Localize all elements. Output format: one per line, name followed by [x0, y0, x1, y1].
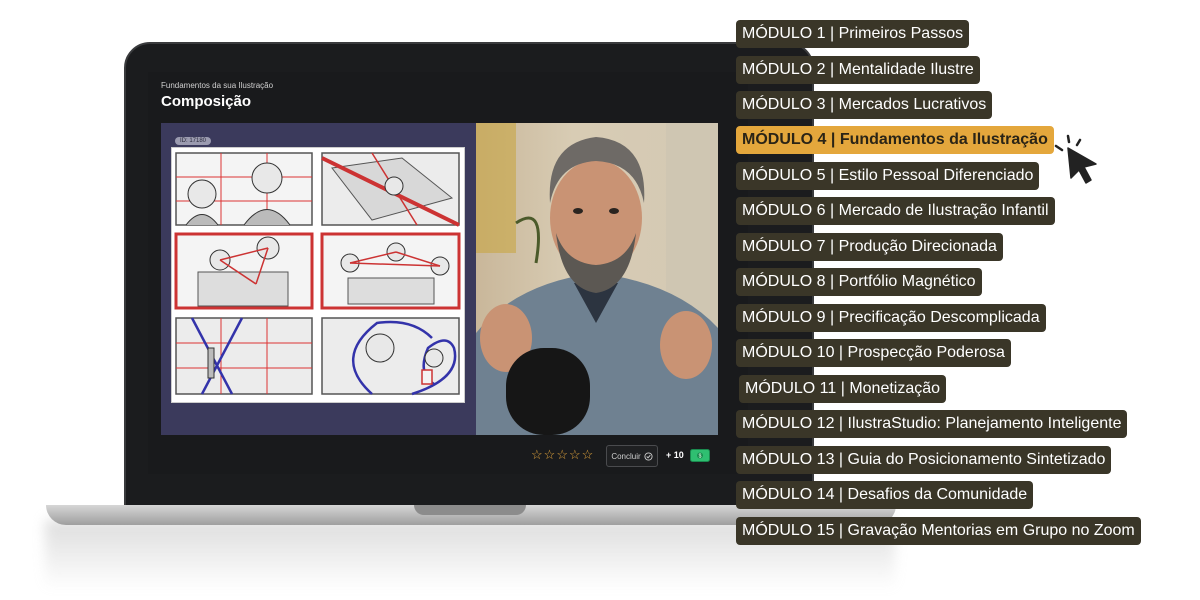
- star-icon[interactable]: ☆: [582, 448, 594, 462]
- star-icon[interactable]: ☆: [544, 448, 556, 462]
- lesson-rating: ☆ ☆ ☆ ☆ ☆: [531, 448, 593, 462]
- points-reward: + 10: [666, 450, 684, 460]
- module-item[interactable]: MÓDULO 2 | Mentalidade Ilustre: [736, 56, 980, 84]
- module-item[interactable]: MÓDULO 15 | Gravação Mentorias em Grupo …: [736, 517, 1141, 545]
- module-item[interactable]: MÓDULO 7 | Produção Direcionada: [736, 233, 1003, 261]
- star-icon[interactable]: ☆: [569, 448, 581, 462]
- module-item[interactable]: MÓDULO 10 | Prospecção Poderosa: [736, 339, 1011, 367]
- module-item[interactable]: MÓDULO 12 | IlustraStudio: Planejamento …: [736, 410, 1128, 438]
- module-item[interactable]: MÓDULO 9 | Precificação Descomplicada: [736, 304, 1046, 332]
- video-id-badge: ID: 17180: [175, 137, 212, 145]
- lesson-title: Composição: [161, 93, 252, 110]
- laptop-notch: [414, 505, 526, 515]
- conclude-button[interactable]: Concluir: [606, 445, 658, 467]
- module-item[interactable]: MÓDULO 13 | Guia do Posicionamento Sinte…: [736, 446, 1112, 474]
- check-circle-icon: [644, 451, 653, 461]
- module-item[interactable]: MÓDULO 8 | Portfólio Magnético: [736, 268, 982, 296]
- module-item[interactable]: MÓDULO 1 | Primeiros Passos: [736, 20, 970, 48]
- module-item-active[interactable]: MÓDULO 4 | Fundamentos da Ilustração: [736, 126, 1054, 154]
- module-item[interactable]: MÓDULO 5 | Estilo Pessoal Diferenciado: [736, 162, 1040, 190]
- conclude-button-label: Concluir: [611, 451, 641, 461]
- composition-sketches: [171, 147, 465, 403]
- module-item[interactable]: MÓDULO 14 | Desafios da Comunidade: [736, 481, 1034, 509]
- star-icon[interactable]: ☆: [556, 448, 568, 462]
- pointer-cursor-icon: [1054, 134, 1097, 184]
- course-subtitle: Fundamentos da sua Ilustração: [161, 81, 274, 90]
- money-icon: $: [690, 449, 710, 462]
- star-icon[interactable]: ☆: [531, 448, 543, 462]
- svg-text:$: $: [699, 454, 702, 460]
- video-player[interactable]: ID: 17180: [161, 123, 718, 435]
- sketch-grid-illustration: [174, 152, 461, 396]
- module-item[interactable]: MÓDULO 11 | Monetização: [739, 375, 947, 403]
- module-item[interactable]: MÓDULO 3 | Mercados Lucrativos: [736, 91, 993, 119]
- module-item[interactable]: MÓDULO 6 | Mercado de Ilustração Infanti…: [736, 197, 1055, 225]
- course-player-screen: Fundamentos da sua Ilustração Composição…: [148, 72, 748, 474]
- presenter-video: [476, 123, 718, 435]
- presenter-image: [476, 123, 718, 435]
